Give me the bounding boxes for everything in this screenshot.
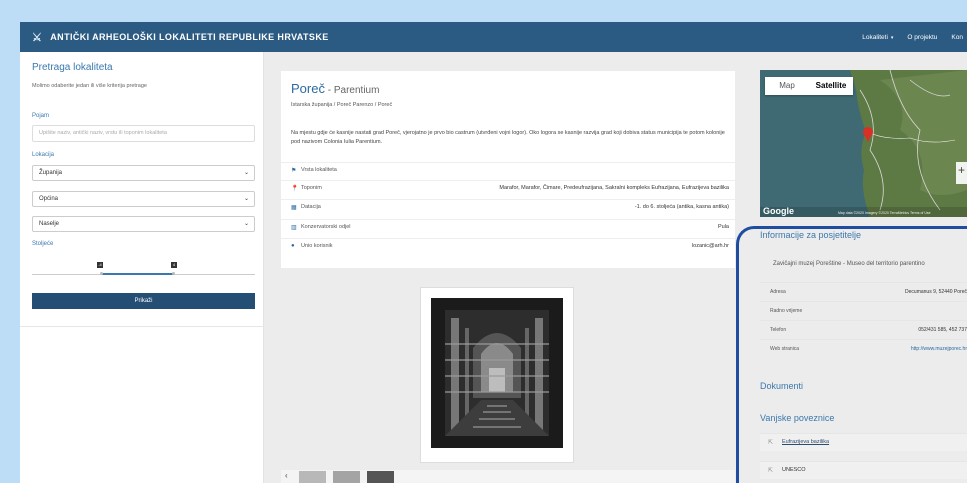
site-title: Poreč - Parentium xyxy=(291,81,380,96)
brand-title: ANTIČKI ARHEOLOŠKI LOKALITETI REPUBLIKE … xyxy=(50,32,329,42)
location-map[interactable]: Map Satellite Google Map data ©2020 Imag… xyxy=(760,69,967,217)
info-row-phone: Telefon 052/431 585, 452 737 xyxy=(760,320,967,338)
thumbnail[interactable] xyxy=(299,471,326,483)
visitor-info-heading: Informacije za posjetitelje xyxy=(760,230,862,240)
thumbnail[interactable] xyxy=(333,471,360,483)
search-sidebar: Pretraga lokaliteta Molimo odaberite jed… xyxy=(20,52,264,483)
documents-heading[interactable]: Dokumenti xyxy=(760,381,803,391)
museum-name: Zavičajni muzej Poreštine - Museo del te… xyxy=(773,261,925,267)
show-button[interactable]: Prikaži xyxy=(32,293,255,309)
site-card: Poreč - Parentium Istarska županija / Po… xyxy=(281,71,735,268)
caret-down-icon: ▾ xyxy=(890,34,894,41)
satellite-tab[interactable]: Satellite xyxy=(809,77,853,95)
century-slider-min-handle[interactable]: -4 xyxy=(97,262,103,268)
website-link[interactable]: http://www.muzejporec.hr xyxy=(911,346,967,352)
calendar-icon: ▦ xyxy=(291,205,297,211)
attr-row-korisnik: ● Unio korisnik lozanic@arh.hr xyxy=(281,238,735,254)
attr-row-toponim: 📍 Toponim Marafor, Marafor, Čimare, Pred… xyxy=(281,180,735,196)
naselje-select[interactable]: Naselje ⌄ xyxy=(32,216,255,232)
sidebar-divider xyxy=(20,326,263,327)
map-attribution: Map data ©2020 Imagery ©2020 TerraMetric… xyxy=(838,211,931,215)
slider-tick xyxy=(172,272,175,275)
sidebar-subtitle: Molimo odaberite jedan ili više kriterij… xyxy=(32,83,147,89)
nav-item-lokaliteti[interactable]: Lokaliteti ▾ xyxy=(862,34,893,41)
pojam-input[interactable]: Upišite naziv, antički naziv, vrstu ili … xyxy=(32,125,255,142)
top-navbar: ⚔ ANTIČKI ARHEOLOŠKI LOKALITETI REPUBLIK… xyxy=(20,22,967,52)
attr-row-konzervatorski: ▥ Konzervatorski odjel Pula xyxy=(281,219,735,235)
century-slider-max-handle[interactable]: 4 xyxy=(171,262,177,268)
external-links-heading: Vanjske poveznice xyxy=(760,413,835,423)
map-tab[interactable]: Map xyxy=(765,77,809,95)
sidebar-title: Pretraga lokaliteta xyxy=(32,62,113,73)
map-marker-icon: 📍 xyxy=(291,186,299,192)
google-logo: Google xyxy=(763,206,794,216)
nav-item-kontakt[interactable]: Kon xyxy=(951,34,963,41)
external-link-icon: ⇱ xyxy=(768,468,774,474)
attr-row-datacija: ▦ Datacija -1. do 6. stoljeća (antika, k… xyxy=(281,199,735,215)
zoom-in-button[interactable]: + xyxy=(958,164,965,176)
chevron-down-icon: ⌄ xyxy=(243,221,249,227)
opcina-select[interactable]: Općina ⌄ xyxy=(32,191,255,207)
flag-icon: ⚑ xyxy=(291,168,297,174)
nav-item-o-projektu[interactable]: O projektu xyxy=(907,34,937,41)
info-row-address: Adresa Decumanus 9, 52440 Poreč xyxy=(760,282,967,300)
external-link-unesco[interactable]: ⇱ UNESCO xyxy=(760,461,967,479)
site-ancient-name: - Parentium xyxy=(324,85,380,96)
attr-row-vrsta: ⚑ Vrsta lokaliteta xyxy=(281,162,735,178)
lokacija-label: Lokacija xyxy=(32,152,55,158)
right-column: Map Satellite Google Map data ©2020 Imag… xyxy=(760,69,967,483)
slider-tick xyxy=(100,272,103,275)
map-type-toggle: Map Satellite xyxy=(765,77,853,95)
century-slider-range xyxy=(102,273,174,275)
site-description: Na mjestu gdje će kasnije nastati grad P… xyxy=(291,130,725,145)
thumbnail[interactable] xyxy=(367,471,394,483)
external-link-eufrazijeva[interactable]: ⇱ Eufrazijeva bazilika xyxy=(760,433,967,451)
stoljece-label: Stoljeće xyxy=(32,241,54,247)
breadcrumb: Istarska županija / Poreč Parenzo / Pore… xyxy=(291,102,393,108)
institution-icon: ▥ xyxy=(291,225,297,231)
logo-icon: ⚔ xyxy=(32,31,43,44)
info-row-hours: Radno vrijeme xyxy=(760,301,967,319)
external-link-icon: ⇱ xyxy=(768,440,774,446)
prev-arrow-icon[interactable]: ‹ xyxy=(285,471,288,480)
user-icon: ● xyxy=(291,243,295,249)
main-nav: Lokaliteti ▾ O projektu Kon xyxy=(862,22,967,52)
info-row-web: Web stranica http://www.muzejporec.hr xyxy=(760,339,967,357)
chevron-down-icon: ⌄ xyxy=(243,196,249,202)
zupanija-select[interactable]: Županija ⌄ xyxy=(32,165,255,181)
chevron-down-icon: ⌄ xyxy=(243,170,249,176)
site-photo[interactable] xyxy=(420,287,574,463)
brand[interactable]: ⚔ ANTIČKI ARHEOLOŠKI LOKALITETI REPUBLIK… xyxy=(32,22,329,52)
basilica-photo-image xyxy=(431,298,563,448)
photo-thumbnails: ‹ xyxy=(281,470,735,483)
pojam-label: Pojam xyxy=(32,113,50,119)
